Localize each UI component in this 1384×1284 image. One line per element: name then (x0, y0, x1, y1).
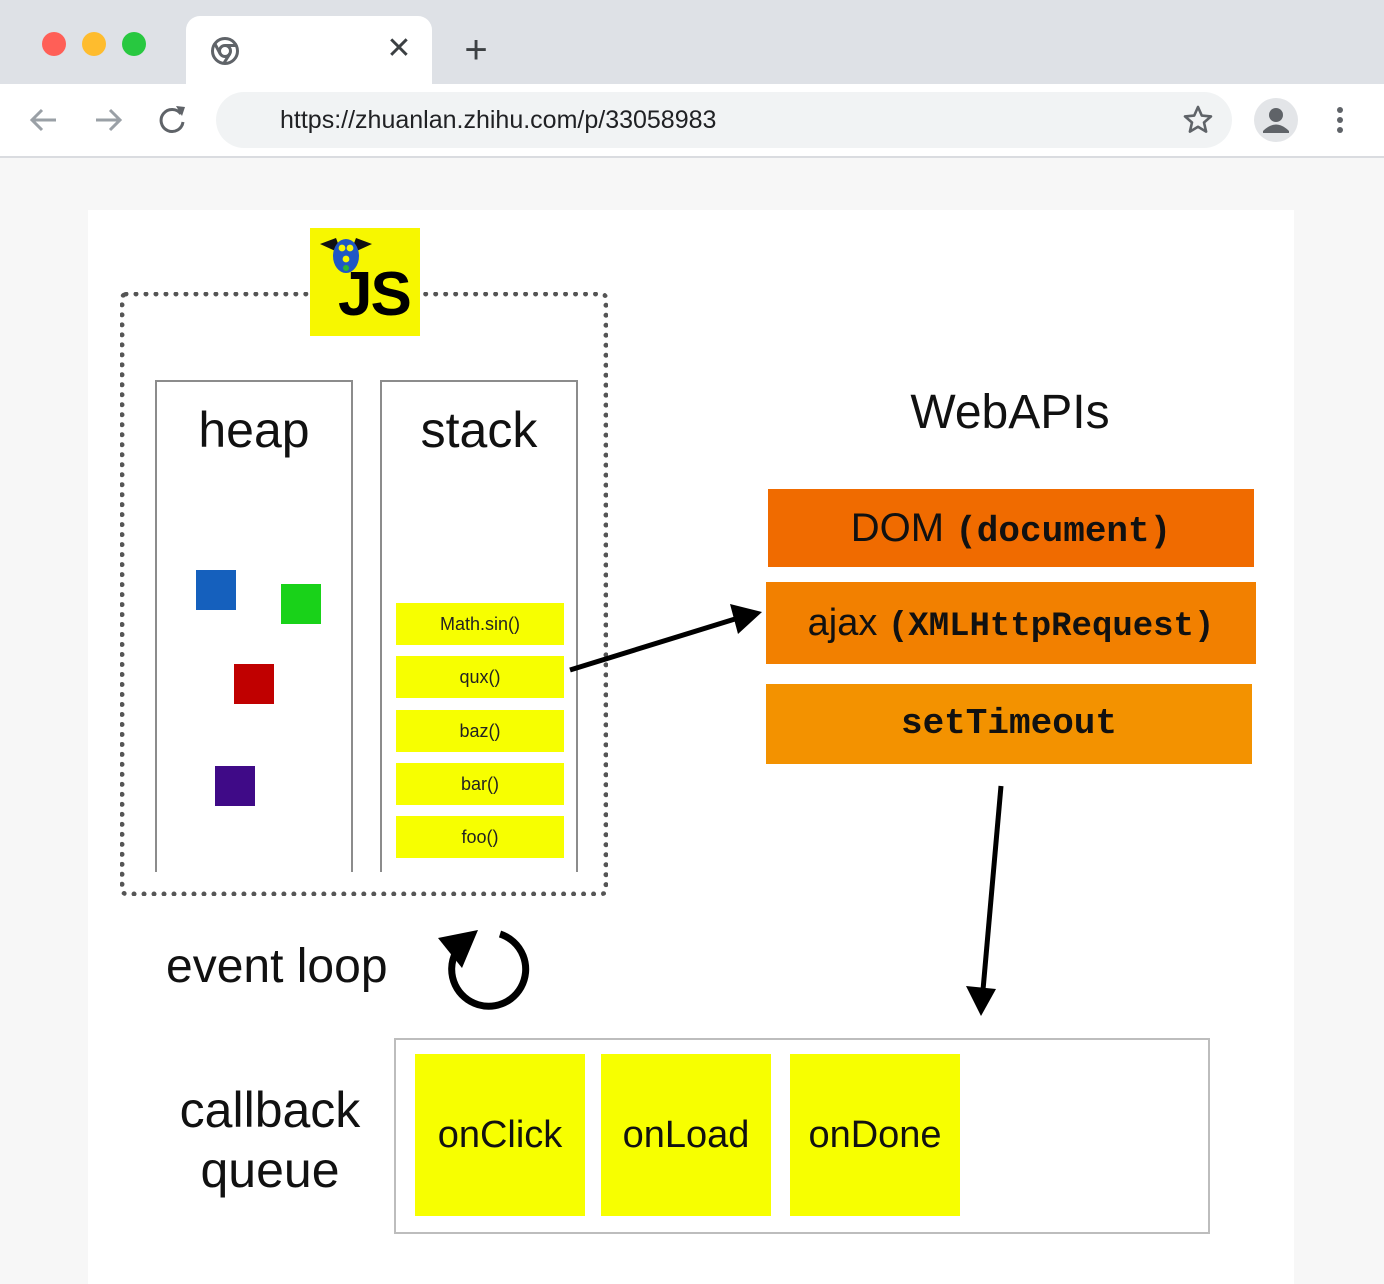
webapis-title: WebAPIs (910, 386, 1110, 439)
callback-item: onLoad (601, 1054, 771, 1216)
chrome-favicon-icon (211, 37, 239, 65)
heap-title: heap (198, 402, 310, 458)
callback-queue-label-line2: queue (200, 1142, 340, 1198)
browser-toolbar: https://zhuanlan.zhihu.com/p/33058983 (0, 84, 1384, 158)
address-bar[interactable]: https://zhuanlan.zhihu.com/p/33058983 (216, 92, 1232, 148)
event-loop-label: event loop (166, 940, 388, 993)
url-text: https://zhuanlan.zhihu.com/p/33058983 (280, 106, 717, 134)
heap-object-purple (215, 766, 255, 806)
webapi-ajax: ajax (XMLHttpRequest) (766, 582, 1256, 664)
webapi-ajax-object: (XMLHttpRequest) (887, 608, 1215, 646)
forward-arrow-icon[interactable] (90, 102, 126, 138)
new-tab-button[interactable]: + (456, 30, 496, 70)
webapi-settimeout: setTimeout (766, 684, 1252, 764)
stack-title: stack (420, 402, 538, 458)
reload-icon[interactable] (154, 102, 190, 138)
profile-icon (1263, 108, 1289, 133)
webapi-ajax-label: ajax (807, 602, 878, 644)
stack-frame: bar() (396, 763, 564, 805)
heap-object-green (281, 584, 321, 624)
webapi-settimeout-label: setTimeout (900, 703, 1118, 744)
browser-tab[interactable]: ✕ (186, 16, 432, 84)
callback-queue-label-line1: callback (179, 1082, 361, 1138)
heap-object-blue (196, 570, 236, 610)
js-logo-text: JS (338, 260, 412, 329)
webapi-dom: DOM (document) (768, 489, 1254, 567)
tab-bar: ✕ + (0, 0, 1384, 84)
js-logo: JS (310, 228, 420, 336)
maximize-window-button[interactable] (122, 32, 146, 56)
stack-frame: baz() (396, 710, 564, 752)
close-window-button[interactable] (42, 32, 66, 56)
minimize-window-button[interactable] (82, 32, 106, 56)
callback-item: onClick (415, 1054, 585, 1216)
more-menu-icon[interactable] (1328, 102, 1352, 138)
webapi-dom-object: (document) (955, 511, 1172, 552)
bookmark-star-icon[interactable] (1182, 104, 1214, 136)
callback-queue-label: callback queue (160, 1080, 380, 1200)
stack-frame: Math.sin() (396, 603, 564, 645)
profile-button[interactable] (1254, 98, 1298, 142)
webapi-dom-label: DOM (850, 506, 945, 550)
stack-frame: foo() (396, 816, 564, 858)
back-arrow-icon[interactable] (26, 102, 62, 138)
callback-item: onDone (790, 1054, 960, 1216)
tab-close-button[interactable]: ✕ (384, 31, 414, 67)
heap-object-red (234, 664, 274, 704)
stack-frame: qux() (396, 656, 564, 698)
